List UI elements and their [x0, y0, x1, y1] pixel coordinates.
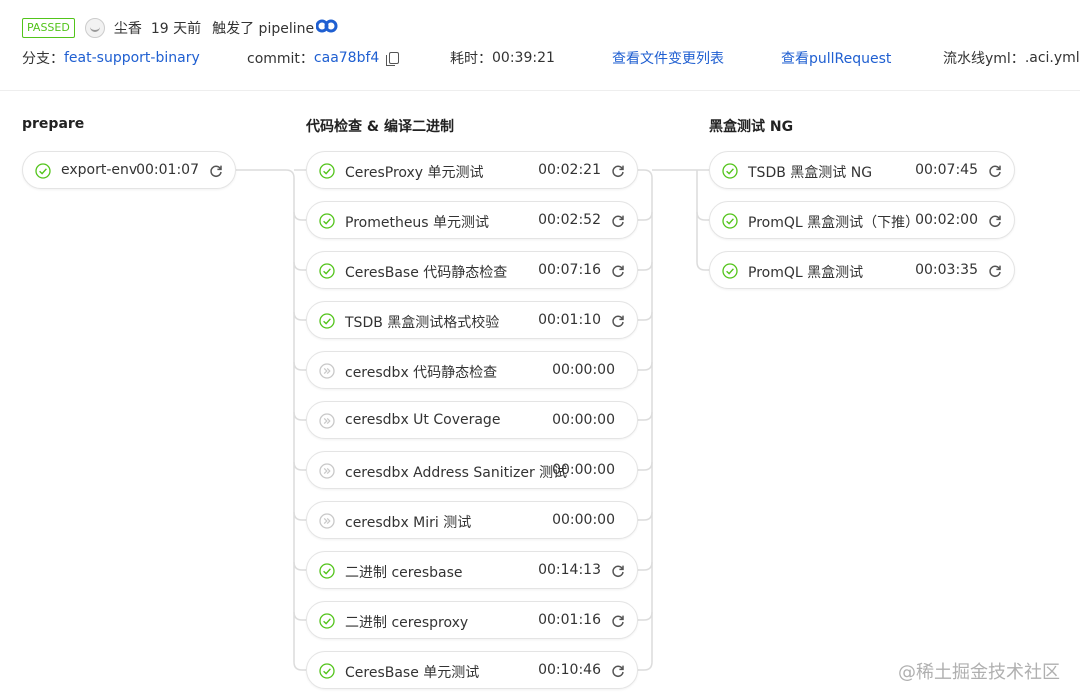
job-name: ceresdbx Address Sanitizer 测试 — [345, 465, 568, 481]
job-item[interactable]: ceresdbx Ut Coverage 00:00:00 — [306, 401, 638, 439]
job-item[interactable]: CeresProxy 单元测试 00:02:21 — [306, 151, 638, 189]
stage-title-blackbox: 黑盒测试 NG — [709, 119, 794, 135]
job-name: Prometheus 单元测试 — [345, 215, 490, 231]
job-duration: 00:00:00 — [552, 412, 615, 428]
job-name: export-env — [61, 162, 138, 178]
success-check-icon — [722, 263, 738, 279]
job-name: TSDB 黑盒测试格式校验 — [345, 315, 500, 331]
skipped-icon — [319, 513, 335, 529]
job-item[interactable]: CeresBase 代码静态检查 00:07:16 — [306, 251, 638, 289]
job-item[interactable]: ceresdbx Address Sanitizer 测试 00:00:00 — [306, 451, 638, 489]
job-item[interactable]: TSDB 黑盒测试 NG 00:07:45 — [709, 151, 1015, 189]
job-name: ceresdbx Ut Coverage — [345, 412, 501, 428]
rerun-icon[interactable] — [988, 164, 1002, 178]
success-check-icon — [319, 663, 335, 679]
job-item[interactable]: Prometheus 单元测试 00:02:52 — [306, 201, 638, 239]
job-duration: 00:10:46 — [538, 662, 601, 678]
success-check-icon — [35, 163, 51, 179]
success-check-icon — [722, 213, 738, 229]
job-item[interactable]: PromQL 黑盒测试 00:03:35 — [709, 251, 1015, 289]
job-item[interactable]: CeresBase 单元测试 00:10:46 — [306, 651, 638, 689]
rerun-icon[interactable] — [611, 164, 625, 178]
job-item[interactable]: 二进制 ceresbase 00:14:13 — [306, 551, 638, 589]
job-item[interactable]: export-env 00:01:07 — [22, 151, 236, 189]
job-item[interactable]: ceresdbx Miri 测试 00:00:00 — [306, 501, 638, 539]
success-check-icon — [319, 163, 335, 179]
rerun-icon[interactable] — [611, 264, 625, 278]
skipped-icon — [319, 363, 335, 379]
job-duration: 00:02:00 — [915, 212, 978, 228]
job-duration: 00:07:16 — [538, 262, 601, 278]
skipped-icon — [319, 413, 335, 429]
job-item[interactable]: ceresdbx 代码静态检查 00:00:00 — [306, 351, 638, 389]
rerun-icon[interactable] — [209, 164, 223, 178]
job-name: TSDB 黑盒测试 NG — [748, 165, 873, 181]
job-duration: 00:01:10 — [538, 312, 601, 328]
job-duration: 00:02:21 — [538, 162, 601, 178]
skipped-icon — [319, 463, 335, 479]
job-duration: 00:01:07 — [136, 162, 199, 178]
success-check-icon — [319, 563, 335, 579]
success-check-icon — [319, 263, 335, 279]
job-item[interactable]: 二进制 ceresproxy 00:01:16 — [306, 601, 638, 639]
success-check-icon — [319, 313, 335, 329]
job-name: 二进制 ceresbase — [345, 565, 463, 581]
job-name: CeresBase 单元测试 — [345, 665, 480, 681]
job-duration: 00:01:16 — [538, 612, 601, 628]
rerun-icon[interactable] — [611, 564, 625, 578]
job-name: PromQL 黑盒测试 — [748, 265, 864, 281]
stage-title-prepare: prepare — [22, 116, 85, 132]
job-name: CeresProxy 单元测试 — [345, 165, 484, 181]
job-duration: 00:00:00 — [552, 462, 615, 478]
rerun-icon[interactable] — [988, 264, 1002, 278]
job-duration: 00:02:52 — [538, 212, 601, 228]
watermark: @稀土掘金技术社区 — [898, 662, 1060, 683]
success-check-icon — [319, 613, 335, 629]
success-check-icon — [319, 213, 335, 229]
rerun-icon[interactable] — [988, 214, 1002, 228]
success-check-icon — [722, 163, 738, 179]
stage-title-build: 代码检查 & 编译二进制 — [306, 119, 454, 135]
rerun-icon[interactable] — [611, 614, 625, 628]
job-duration: 00:00:00 — [552, 362, 615, 378]
job-item[interactable]: TSDB 黑盒测试格式校验 00:01:10 — [306, 301, 638, 339]
job-name: ceresdbx 代码静态检查 — [345, 365, 498, 381]
job-duration: 00:07:45 — [915, 162, 978, 178]
rerun-icon[interactable] — [611, 664, 625, 678]
job-name: PromQL 黑盒测试（下推） — [748, 215, 920, 231]
job-name: 二进制 ceresproxy — [345, 615, 469, 631]
rerun-icon[interactable] — [611, 314, 625, 328]
job-duration: 00:14:13 — [538, 562, 601, 578]
job-name: CeresBase 代码静态检查 — [345, 265, 508, 281]
job-item[interactable]: PromQL 黑盒测试（下推） 00:02:00 — [709, 201, 1015, 239]
rerun-icon[interactable] — [611, 214, 625, 228]
job-duration: 00:03:35 — [915, 262, 978, 278]
job-duration: 00:00:00 — [552, 512, 615, 528]
job-name: ceresdbx Miri 测试 — [345, 515, 472, 531]
stage-connectors — [236, 169, 709, 671]
